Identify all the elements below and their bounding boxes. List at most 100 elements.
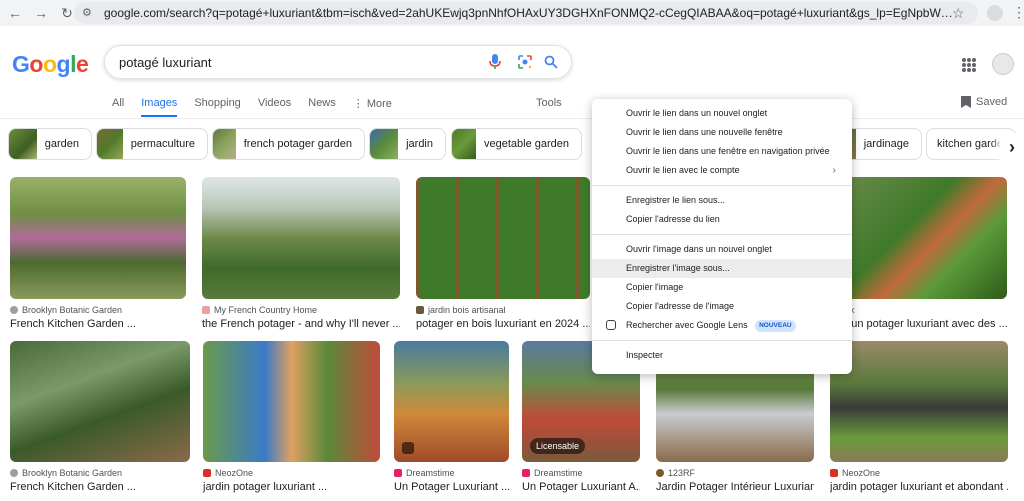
result-source: Brooklyn Botanic Garden bbox=[22, 468, 123, 478]
microphone-icon[interactable] bbox=[485, 52, 505, 72]
result-source: Brooklyn Botanic Garden bbox=[22, 305, 123, 315]
logo-letter: G bbox=[12, 51, 30, 77]
search-box bbox=[104, 45, 572, 79]
header-divider bbox=[0, 118, 1024, 119]
result-title[interactable]: d'un potager luxuriant avec des ... bbox=[843, 318, 1007, 330]
result-source: NeozOne bbox=[842, 468, 881, 478]
browser-toolbar: ← → ↻ ⚙ google.com/search?q=potagé+luxur… bbox=[0, 0, 1024, 26]
chip-garden[interactable]: garden bbox=[8, 128, 92, 160]
image-result[interactable]: Dreamstime Un Potager Luxuriant ... bbox=[394, 341, 509, 493]
search-tabs: All Images Shopping Videos News ⋮ More bbox=[112, 97, 409, 117]
tab-all[interactable]: All bbox=[112, 97, 124, 117]
result-title[interactable]: Un Potager Luxuriant A... bbox=[522, 481, 640, 493]
source-favicon bbox=[394, 469, 402, 477]
chevron-right-icon: › bbox=[832, 165, 836, 176]
chip-label: french potager garden bbox=[243, 138, 352, 150]
chip-jardin[interactable]: jardin bbox=[369, 128, 446, 160]
tab-videos[interactable]: Videos bbox=[258, 97, 291, 117]
menu-item-label: Rechercher avec Google Lens bbox=[626, 320, 748, 330]
result-title[interactable]: French Kitchen Garden ... bbox=[10, 481, 190, 493]
tab-news[interactable]: News bbox=[308, 97, 336, 117]
result-image[interactable] bbox=[203, 341, 380, 462]
google-apps-icon[interactable] bbox=[962, 58, 976, 72]
result-title[interactable]: French Kitchen Garden ... bbox=[10, 318, 186, 330]
media-badge-icon bbox=[402, 442, 414, 454]
forward-icon[interactable]: → bbox=[30, 2, 52, 24]
context-menu: Ouvrir le lien dans un nouvel onglet Ouv… bbox=[592, 99, 852, 374]
image-result[interactable]: My French Country Home the French potage… bbox=[202, 177, 400, 330]
menu-separator bbox=[592, 234, 852, 235]
logo-letter: e bbox=[75, 51, 89, 77]
chip-label: permaculture bbox=[130, 138, 195, 150]
chip-french-potager-garden[interactable]: french potager garden bbox=[212, 128, 365, 160]
google-lens-icon bbox=[606, 320, 616, 330]
tab-shopping[interactable]: Shopping bbox=[194, 97, 241, 117]
menu-save-link-as[interactable]: Enregistrer le lien sous... bbox=[592, 191, 852, 210]
back-icon[interactable]: ← bbox=[4, 2, 26, 24]
menu-copy-image-address[interactable]: Copier l'adresse de l'image bbox=[592, 297, 852, 316]
menu-inspect[interactable]: Inspecter bbox=[592, 346, 852, 365]
result-source: Dreamstime bbox=[406, 468, 455, 478]
result-image[interactable] bbox=[10, 341, 190, 462]
chip-thumbnail bbox=[213, 129, 236, 159]
menu-save-image-as[interactable]: Enregistrer l'image sous... bbox=[592, 259, 852, 278]
chip-thumbnail bbox=[97, 129, 123, 159]
licensable-badge: Licensable bbox=[530, 438, 586, 454]
chevron-right-icon[interactable]: › bbox=[1000, 134, 1024, 160]
result-image[interactable] bbox=[10, 177, 186, 299]
source-favicon bbox=[10, 306, 18, 314]
tools-button[interactable]: Tools bbox=[536, 97, 562, 109]
image-result[interactable]: bik d'un potager luxuriant avec des ... bbox=[843, 177, 1007, 330]
tab-images[interactable]: Images bbox=[141, 97, 178, 117]
image-result[interactable]: jardin bois artisanal potager en bois lu… bbox=[416, 177, 590, 330]
browser-menu-icon[interactable]: ⋮ bbox=[1012, 4, 1024, 21]
image-result[interactable]: NeozOne jardin potager luxuriant ... bbox=[203, 341, 380, 493]
menu-search-google-lens[interactable]: Rechercher avec Google Lens NOUVEAU bbox=[592, 316, 852, 335]
result-title[interactable]: jardin potager luxuriant et abondant ... bbox=[830, 481, 1008, 493]
tab-more[interactable]: ⋮ More bbox=[353, 97, 392, 117]
result-title[interactable]: jardin potager luxuriant ... bbox=[203, 481, 380, 493]
profile-icon[interactable] bbox=[987, 5, 1003, 21]
result-title[interactable]: Jardin Potager Intérieur Luxuriant... bbox=[656, 481, 814, 493]
menu-open-link-incognito[interactable]: Ouvrir le lien dans une fenêtre en navig… bbox=[592, 142, 852, 161]
address-bar[interactable]: ⚙ google.com/search?q=potagé+luxuriant&t… bbox=[74, 2, 978, 24]
menu-separator bbox=[592, 340, 852, 341]
result-image[interactable] bbox=[394, 341, 509, 462]
image-result[interactable]: Brooklyn Botanic Garden French Kitchen G… bbox=[10, 177, 186, 330]
chip-permaculture[interactable]: permaculture bbox=[96, 128, 208, 160]
result-image[interactable] bbox=[830, 341, 1008, 462]
google-logo[interactable]: Google bbox=[12, 51, 89, 78]
result-title[interactable]: potager en bois luxuriant en 2024 ... bbox=[416, 318, 590, 330]
chip-label: vegetable garden bbox=[483, 138, 569, 150]
search-input[interactable] bbox=[119, 54, 469, 70]
saved-button[interactable]: Saved bbox=[961, 96, 1007, 108]
result-title[interactable]: Un Potager Luxuriant ... bbox=[394, 481, 509, 493]
account-avatar[interactable] bbox=[992, 53, 1014, 75]
result-image[interactable] bbox=[843, 177, 1007, 299]
chip-vegetable-garden[interactable]: vegetable garden bbox=[451, 128, 582, 160]
search-icon[interactable] bbox=[541, 52, 561, 72]
menu-open-link-with-account[interactable]: Ouvrir le lien avec le compte › bbox=[592, 161, 852, 180]
menu-item-label: Ouvrir le lien avec le compte bbox=[626, 165, 740, 175]
menu-separator bbox=[592, 185, 852, 186]
source-favicon bbox=[10, 469, 18, 477]
url-text: google.com/search?q=potagé+luxuriant&tbm… bbox=[104, 6, 954, 20]
site-settings-icon[interactable]: ⚙ bbox=[82, 6, 96, 20]
image-result[interactable]: Brooklyn Botanic Garden French Kitchen G… bbox=[10, 341, 190, 493]
logo-letter: o bbox=[42, 51, 57, 77]
google-lens-icon[interactable] bbox=[515, 52, 535, 72]
bookmark-star-icon[interactable]: ☆ bbox=[952, 5, 965, 22]
result-source: jardin bois artisanal bbox=[428, 305, 506, 315]
menu-open-image-new-tab[interactable]: Ouvrir l'image dans un nouvel onglet bbox=[592, 240, 852, 259]
bookmark-icon bbox=[961, 96, 971, 108]
menu-copy-image[interactable]: Copier l'image bbox=[592, 278, 852, 297]
result-title[interactable]: the French potager - and why I'll never … bbox=[202, 318, 400, 330]
result-source: 123RF bbox=[668, 468, 696, 478]
result-image[interactable] bbox=[202, 177, 400, 299]
source-favicon bbox=[656, 469, 664, 477]
menu-open-link-new-tab[interactable]: Ouvrir le lien dans un nouvel onglet bbox=[592, 104, 852, 123]
image-result[interactable]: NeozOne jardin potager luxuriant et abon… bbox=[830, 341, 1008, 493]
result-image[interactable] bbox=[416, 177, 590, 299]
menu-copy-link-address[interactable]: Copier l'adresse du lien bbox=[592, 210, 852, 229]
menu-open-link-new-window[interactable]: Ouvrir le lien dans une nouvelle fenêtre bbox=[592, 123, 852, 142]
